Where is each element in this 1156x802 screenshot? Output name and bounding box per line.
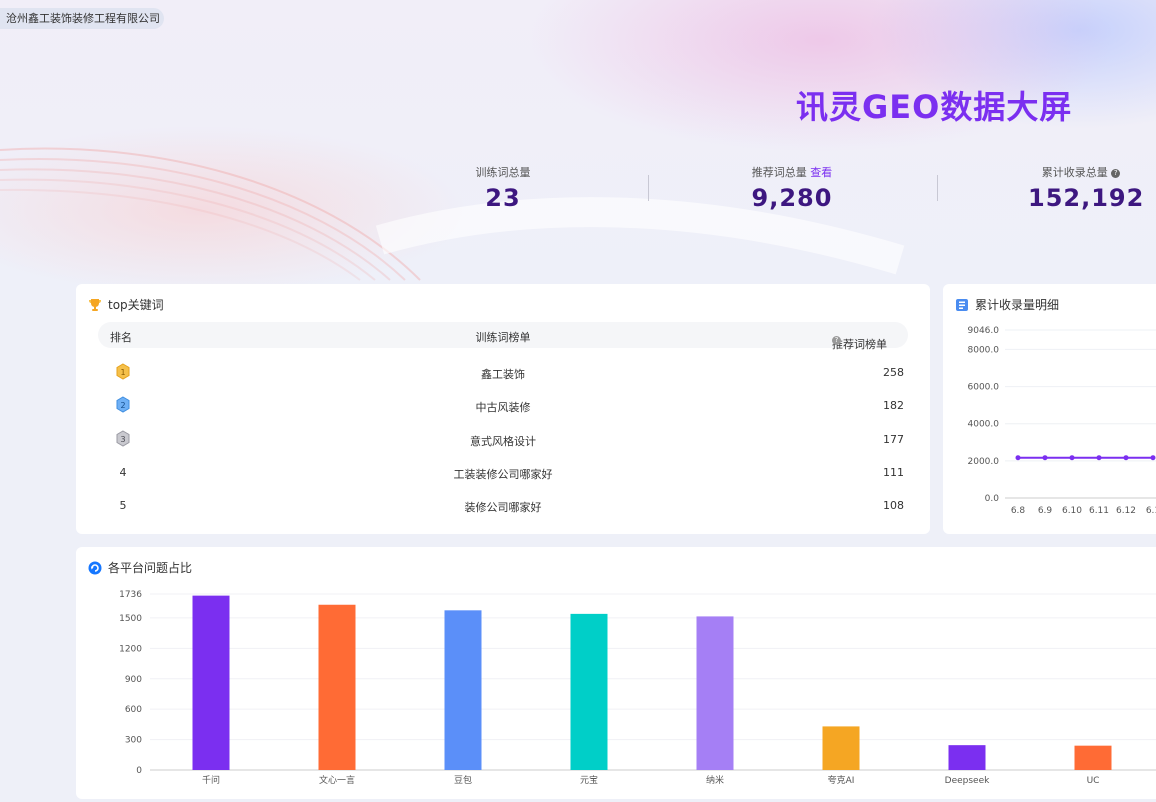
accumulated-detail-card: 累计收录量明细 9046.0 8000.0 6000.0 4000.0 2000.0 0.…	[943, 284, 1156, 534]
bar	[696, 616, 734, 770]
header-background	[0, 0, 1156, 300]
card-title: 各平台问题占比	[88, 559, 192, 576]
stat-training-words: 训练词总量 23	[462, 164, 544, 212]
help-icon[interactable]: ?	[1111, 169, 1121, 178]
table-row: 3 意式风格设计 177	[98, 425, 908, 455]
data-point	[1150, 455, 1156, 461]
platform-share-card: 各平台问题占比 1736 1500 1200 900 600 300 0 千问 文心一言 豆包 元宝…	[76, 547, 1156, 799]
keyword-name: 工装装修公司哪家好	[453, 468, 553, 481]
x-tick-label: 纳米	[706, 774, 724, 786]
company-name: 沧州鑫工装饰装修工程有限公司	[0, 8, 164, 29]
keyword-count: 177	[883, 433, 904, 446]
table-row: 4 工装装修公司哪家好 111	[98, 458, 908, 488]
x-tick-label: 元宝	[580, 774, 598, 786]
x-tick-label: 6.9	[1038, 506, 1053, 516]
view-link[interactable]: 查看	[810, 166, 832, 179]
data-point	[1096, 455, 1102, 461]
stat-label: 累计收录总量	[1041, 166, 1108, 179]
top-keywords-title: top关键词	[108, 298, 164, 312]
x-tick-label: 6.12	[1116, 506, 1136, 516]
platform-bar-chart: 1736 1500 1200 900 600 300 0 千问 文心一言 豆包 元宝 纳米 夸克AI De…	[119, 590, 1156, 786]
stat-accumulated: 累计收录总量 ? 152,192	[1028, 164, 1145, 212]
bar	[822, 726, 860, 770]
y-tick-label: 0.0	[985, 494, 1000, 504]
stat-recommended-words: 推荐词总量 查看 9,280	[742, 164, 842, 212]
keyword-name: 意式风格设计	[470, 435, 536, 448]
stat-value: 9,280	[751, 184, 833, 212]
bar	[1074, 745, 1112, 770]
accumulated-line-chart: 9046.0 8000.0 6000.0 4000.0 2000.0 0.0 6.8 6.9 6…	[968, 326, 1156, 516]
x-tick-label: 6.10	[1062, 506, 1082, 516]
data-point	[1015, 455, 1021, 461]
bar	[318, 604, 356, 770]
bar	[570, 613, 608, 770]
y-tick-label: 2000.0	[968, 457, 1000, 467]
page-title: 讯灵GEO数据大屏	[796, 88, 1073, 126]
stat-value: 23	[485, 184, 521, 212]
keyword-count: 111	[883, 466, 904, 479]
y-tick-label: 6000.0	[968, 383, 1000, 393]
bar	[444, 610, 482, 770]
keyword-name: 鑫工装饰	[481, 368, 525, 381]
x-tick-label: 6.8	[1011, 506, 1026, 516]
refresh-circle-icon	[88, 561, 102, 574]
y-tick-label: 1736	[119, 590, 142, 600]
trophy-icon	[89, 298, 101, 311]
x-tick-label: 文心一言	[319, 774, 355, 786]
y-tick-label: 9046.0	[968, 326, 1000, 336]
keyword-name: 中古风装修	[475, 401, 531, 414]
keyword-count: 182	[883, 399, 904, 412]
data-point	[1069, 455, 1075, 461]
y-tick-label: 0	[136, 766, 142, 776]
x-tick-label: 夸克AI	[828, 774, 855, 786]
table-row: 1 鑫工装饰 258	[98, 358, 908, 388]
keyword-count: 258	[883, 366, 904, 379]
y-tick-label: 4000.0	[968, 420, 1000, 430]
bar	[192, 595, 230, 770]
stat-value: 152,192	[1028, 184, 1145, 212]
stat-divider	[937, 175, 938, 201]
y-tick-label: 1200	[119, 644, 142, 654]
accumulated-title: 累计收录量明细	[975, 298, 1060, 312]
data-point	[1123, 455, 1129, 461]
stat-divider	[648, 175, 649, 201]
document-icon	[956, 298, 968, 311]
keyword-count: 108	[883, 499, 904, 512]
x-tick-label: 千问	[202, 774, 220, 786]
header-name: 训练词榜单	[475, 331, 531, 344]
table-header: 排名 训练词榜单 推荐词榜单 ?	[98, 322, 908, 351]
table-row: 2 中古风装修 182	[98, 391, 908, 421]
y-tick-label: 8000.0	[968, 345, 1000, 355]
x-tick-label: 6.1	[1146, 506, 1156, 516]
x-tick-label: 6.11	[1089, 506, 1109, 516]
y-tick-label: 600	[125, 705, 142, 715]
stat-label: 训练词总量	[475, 166, 531, 179]
platform-title: 各平台问题占比	[108, 561, 193, 575]
y-tick-label: 1500	[119, 614, 142, 624]
table-row: 5 装修公司哪家好 108	[98, 491, 908, 521]
card-title: top关键词	[88, 296, 164, 313]
y-tick-label: 900	[125, 675, 142, 685]
bar	[948, 745, 986, 770]
keyword-name: 装修公司哪家好	[464, 501, 542, 514]
stat-label: 推荐词总量	[751, 166, 807, 179]
y-tick-label: 300	[125, 736, 142, 746]
x-tick-label: 豆包	[454, 774, 472, 786]
card-title: 累计收录量明细	[955, 296, 1059, 313]
x-tick-label: UC	[1087, 776, 1100, 786]
help-icon[interactable]: ?	[832, 336, 841, 345]
top-keywords-card: top关键词 排名 训练词榜单 推荐词榜单 ? 1 鑫工装饰 258 2 中古风…	[76, 284, 930, 534]
data-point	[1042, 455, 1048, 461]
x-tick-label: Deepseek	[945, 776, 990, 786]
